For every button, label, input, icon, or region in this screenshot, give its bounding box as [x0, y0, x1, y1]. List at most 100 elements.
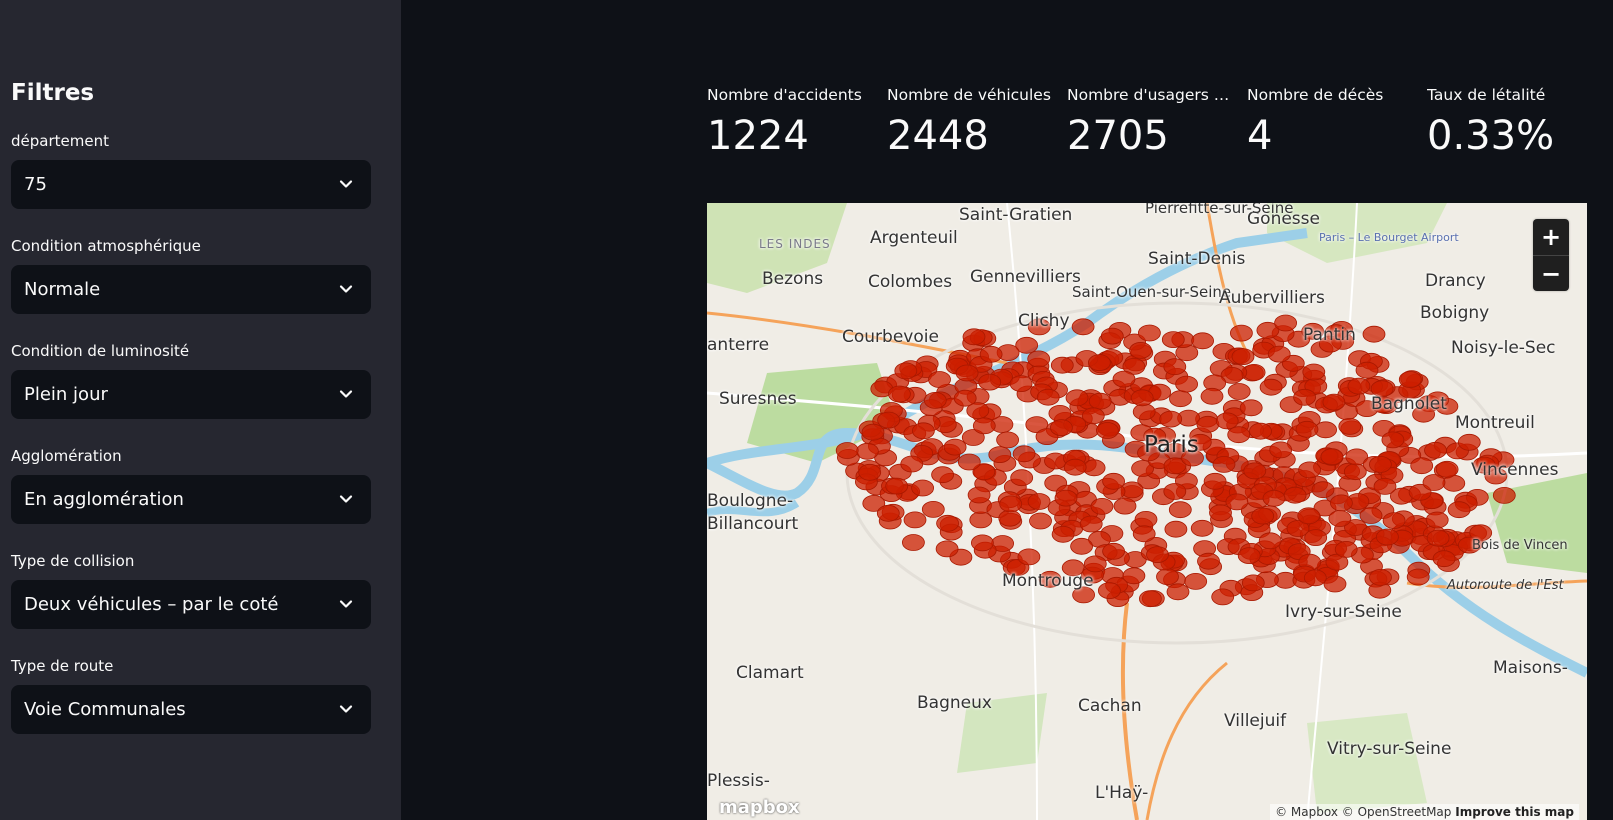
- accident-point[interactable]: [1338, 417, 1362, 435]
- type-route-select[interactable]: Voie Communales: [11, 685, 371, 734]
- accident-point[interactable]: [861, 423, 885, 441]
- accident-point[interactable]: [1197, 552, 1220, 570]
- accident-point[interactable]: [1426, 529, 1450, 547]
- accident-point[interactable]: [1009, 375, 1033, 393]
- accident-point[interactable]: [901, 534, 925, 551]
- accident-point[interactable]: [1184, 572, 1208, 590]
- accident-point[interactable]: [1079, 515, 1103, 533]
- accident-point[interactable]: [1130, 389, 1154, 407]
- accident-point[interactable]: [885, 477, 909, 495]
- accident-point[interactable]: [1293, 388, 1316, 406]
- accident-point[interactable]: [1168, 501, 1192, 519]
- accident-point[interactable]: [911, 422, 935, 440]
- accident-point[interactable]: [1215, 412, 1239, 430]
- accident-point[interactable]: [1017, 548, 1041, 566]
- accident-point[interactable]: [1132, 403, 1156, 421]
- accident-point[interactable]: [1112, 370, 1136, 388]
- accident-point[interactable]: [1355, 361, 1379, 379]
- accident-point[interactable]: [1492, 486, 1516, 504]
- accident-point[interactable]: [1231, 348, 1255, 366]
- accident-point[interactable]: [999, 495, 1023, 513]
- accident-point[interactable]: [957, 453, 981, 471]
- accident-point[interactable]: [1230, 324, 1253, 342]
- accident-point[interactable]: [1225, 493, 1249, 511]
- accident-point[interactable]: [1359, 507, 1383, 524]
- accident-point[interactable]: [1323, 575, 1347, 593]
- accident-point[interactable]: [1334, 540, 1358, 558]
- accident-point[interactable]: [1132, 525, 1156, 543]
- accident-point[interactable]: [1049, 419, 1073, 437]
- accident-point[interactable]: [835, 442, 859, 459]
- accident-point[interactable]: [998, 509, 1022, 527]
- accident-point[interactable]: [1051, 525, 1075, 543]
- accident-point[interactable]: [1227, 383, 1251, 400]
- accident-point[interactable]: [877, 411, 901, 429]
- accident-point[interactable]: [1070, 537, 1094, 555]
- accident-map[interactable]: Saint-Gratien Gonesse Pierrefitte-sur-Se…: [707, 203, 1587, 820]
- accident-point[interactable]: [970, 534, 994, 552]
- accident-point[interactable]: [1320, 448, 1344, 466]
- accident-point[interactable]: [953, 389, 977, 407]
- accident-point[interactable]: [1269, 441, 1293, 459]
- accident-point[interactable]: [1251, 507, 1275, 525]
- accident-point[interactable]: [1027, 350, 1051, 368]
- accident-point[interactable]: [858, 463, 882, 481]
- accident-point[interactable]: [903, 511, 927, 529]
- accident-point[interactable]: [855, 442, 879, 460]
- accident-point[interactable]: [1424, 441, 1447, 459]
- accident-point[interactable]: [1274, 314, 1297, 332]
- accident-point[interactable]: [943, 438, 967, 456]
- accident-point[interactable]: [1190, 519, 1214, 537]
- accident-point[interactable]: [1102, 472, 1126, 490]
- accident-point[interactable]: [1200, 387, 1224, 405]
- accident-point[interactable]: [1054, 489, 1078, 507]
- accident-point[interactable]: [1382, 512, 1406, 530]
- accident-point[interactable]: [1196, 415, 1220, 433]
- accident-point[interactable]: [1311, 481, 1335, 499]
- accident-point[interactable]: [978, 373, 1002, 391]
- accident-point[interactable]: [1410, 457, 1434, 475]
- accident-point[interactable]: [1063, 458, 1087, 476]
- accident-point[interactable]: [1369, 568, 1392, 586]
- accident-point[interactable]: [928, 371, 951, 388]
- accident-point[interactable]: [979, 345, 1003, 363]
- accident-point[interactable]: [931, 466, 955, 484]
- accident-point[interactable]: [1083, 555, 1107, 573]
- accident-point[interactable]: [1343, 463, 1367, 481]
- accident-point[interactable]: [1122, 567, 1146, 585]
- departement-select[interactable]: 75: [11, 160, 371, 209]
- accident-point[interactable]: [876, 504, 900, 522]
- accident-point[interactable]: [1159, 410, 1183, 428]
- accident-point[interactable]: [935, 540, 959, 558]
- zoom-in-button[interactable]: +: [1533, 219, 1569, 255]
- accident-point[interactable]: [1050, 356, 1074, 374]
- accident-point[interactable]: [1044, 452, 1067, 470]
- accident-point[interactable]: [1258, 532, 1282, 550]
- accident-point[interactable]: [1328, 510, 1352, 527]
- accident-point[interactable]: [1191, 332, 1215, 350]
- zoom-out-button[interactable]: −: [1533, 255, 1569, 292]
- accident-point[interactable]: [1212, 455, 1236, 473]
- accident-point[interactable]: [1137, 324, 1161, 342]
- accident-point[interactable]: [1369, 455, 1392, 473]
- accident-point[interactable]: [1406, 568, 1430, 586]
- attribution-text[interactable]: © Mapbox © OpenStreetMap: [1275, 805, 1451, 819]
- accident-point[interactable]: [1102, 542, 1126, 560]
- accident-point[interactable]: [1362, 325, 1386, 343]
- accident-point[interactable]: [936, 514, 960, 532]
- accident-point[interactable]: [1381, 431, 1405, 449]
- accident-point[interactable]: [955, 364, 979, 382]
- accident-point[interactable]: [1146, 546, 1169, 564]
- accident-point[interactable]: [1161, 331, 1185, 349]
- accident-point[interactable]: [1259, 378, 1283, 396]
- accident-point[interactable]: [1036, 388, 1060, 406]
- accident-point[interactable]: [1398, 371, 1422, 388]
- accident-point[interactable]: [1065, 389, 1089, 407]
- accident-point[interactable]: [988, 446, 1012, 464]
- accident-point[interactable]: [921, 500, 945, 518]
- accident-point[interactable]: [1373, 477, 1397, 495]
- accident-point[interactable]: [1302, 363, 1326, 381]
- accident-point[interactable]: [1164, 520, 1188, 538]
- accident-point[interactable]: [1203, 472, 1227, 490]
- accident-point[interactable]: [1322, 393, 1346, 411]
